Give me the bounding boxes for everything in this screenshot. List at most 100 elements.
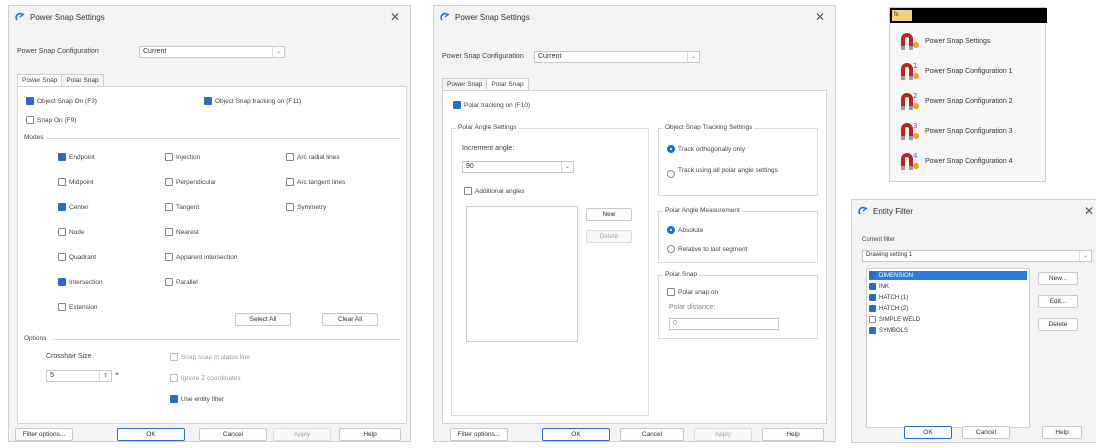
checkbox-box — [204, 97, 212, 105]
mode-midpoint-checkbox[interactable]: Midpoint — [58, 178, 94, 186]
mode-arc-radial-checkbox[interactable]: Arc radial lines — [286, 153, 340, 161]
delete-filter-button[interactable]: Delete — [1038, 318, 1078, 331]
object-snap-on-checkbox[interactable]: Object Snap On (F3) — [26, 97, 97, 105]
radio-dot — [667, 245, 675, 253]
list-item[interactable]: DIMENSION — [869, 271, 1027, 280]
delete-angle-button[interactable]: Delete — [586, 230, 632, 243]
power-snap-toolbar-button[interactable]: fx — [892, 10, 912, 21]
checkbox-box[interactable] — [869, 272, 876, 279]
help-button[interactable]: Help — [1042, 426, 1082, 439]
tab-polar-snap[interactable]: Polar Snap — [61, 74, 104, 86]
checkbox-box — [170, 395, 178, 403]
mode-endpoint-checkbox[interactable]: Endpoint — [58, 153, 95, 161]
help-button[interactable]: Help — [339, 428, 401, 441]
dialog-title: Power Snap Settings — [455, 12, 530, 22]
close-icon[interactable]: ✕ — [390, 10, 400, 24]
mode-injection-checkbox[interactable]: Injection — [165, 153, 200, 161]
list-item[interactable]: INK — [869, 282, 889, 291]
list-item[interactable]: SIMPLE WELD — [869, 315, 920, 324]
checkbox-box[interactable] — [869, 283, 876, 290]
increment-angle-select[interactable]: 90 ⌄ — [462, 161, 574, 173]
entity-filter-list[interactable]: DIMENSION INK HATCH (1) HATCH (2) SIMPLE… — [866, 268, 1030, 428]
help-button[interactable]: Help — [762, 428, 824, 441]
mode-tangent-checkbox[interactable]: Tangent — [165, 203, 199, 211]
polar-distance-input[interactable]: 0 — [669, 318, 779, 330]
menu-item-configuration-4[interactable]: 4 Power Snap Configuration 4 — [890, 146, 1047, 176]
checkbox-label: Snap snap in status line — [181, 353, 251, 361]
additional-angles-list[interactable] — [466, 206, 578, 342]
checkbox-box[interactable] — [869, 327, 876, 334]
mode-parallel-checkbox[interactable]: Parallel — [165, 278, 198, 286]
polar-tracking-checkbox[interactable]: Polar tracking on (F10) — [453, 101, 530, 109]
magnet-config-3-icon: 3 — [898, 121, 920, 141]
clear-all-button[interactable]: Clear All — [322, 313, 378, 326]
menu-item-configuration-3[interactable]: 3 Power Snap Configuration 3 — [890, 116, 1047, 146]
tab-polar-snap[interactable]: Polar Snap — [486, 78, 529, 90]
tracking-settings-group: Object Snap Tracking Settings Track orth… — [658, 124, 818, 196]
list-item[interactable]: SYMBOLS — [869, 326, 908, 335]
mode-quadrant-checkbox[interactable]: Quadrant — [58, 253, 96, 261]
menu-item-label: Power Snap Settings — [925, 37, 991, 45]
mode-extension-checkbox[interactable]: Extension — [58, 303, 98, 311]
additional-angles-checkbox[interactable]: Additional angles — [464, 187, 525, 195]
select-all-button[interactable]: Select All — [235, 313, 291, 326]
checkbox-box[interactable] — [869, 305, 876, 312]
apply-button[interactable]: Apply — [694, 428, 752, 441]
spinner-icon[interactable]: ⇕ — [99, 371, 111, 381]
polar-angle-group: Polar Angle Settings Increment angle: 90… — [451, 124, 649, 416]
mode-perpendicular-checkbox[interactable]: Perpendicular — [165, 178, 216, 186]
ok-button[interactable]: OK — [117, 428, 185, 441]
object-snap-tracking-checkbox[interactable]: Object Snap tracking on (F11) — [204, 97, 301, 105]
tab-power-snap[interactable]: Power Snap — [17, 74, 63, 86]
mode-symmetry-checkbox[interactable]: Symmetry — [286, 203, 326, 211]
config-select[interactable]: Current ⌄ — [534, 51, 700, 63]
crosshair-size-input[interactable]: 5 ⇕ — [46, 370, 112, 382]
relative-radio[interactable]: Relative to last segment — [667, 245, 747, 253]
use-entity-filter-checkbox[interactable]: Use entity filter — [170, 395, 224, 403]
list-item[interactable]: HATCH (1) — [869, 293, 908, 302]
edit-filter-button[interactable]: Edit... — [1038, 295, 1078, 308]
menu-toolbar-strip: fx — [890, 8, 1047, 23]
current-filter-select[interactable]: Drawing setting 1 ⌄ — [862, 250, 1092, 262]
close-icon[interactable]: ✕ — [1084, 204, 1094, 218]
menu-item-power-snap-settings[interactable]: Power Snap Settings — [890, 26, 1047, 56]
filter-options-button[interactable]: Filter options... — [15, 428, 73, 441]
tab-power-snap[interactable]: Power Snap — [442, 78, 488, 90]
ok-button[interactable]: OK — [542, 428, 610, 441]
dialog-title: Power Snap Settings — [30, 12, 105, 22]
checkbox-box[interactable] — [869, 294, 876, 301]
polar-snap-group: Polar Snap Polar snap on Polar distance:… — [658, 271, 818, 339]
apply-button[interactable]: Apply — [273, 428, 331, 441]
menu-item-configuration-1[interactable]: 1 Power Snap Configuration 1 — [890, 56, 1047, 86]
cancel-button[interactable]: Cancel — [620, 428, 684, 441]
menu-item-configuration-2[interactable]: 2 Power Snap Configuration 2 — [890, 86, 1047, 116]
entity-filter-dialog: Entity Filter ✕ Current filter Drawing s… — [851, 199, 1096, 443]
checkbox-label: Nearest — [176, 228, 199, 236]
config-select[interactable]: Current ⌄ — [139, 46, 285, 58]
new-filter-button[interactable]: New... — [1038, 272, 1078, 285]
mode-node-checkbox[interactable]: Node — [58, 228, 85, 236]
cancel-button[interactable]: Cancel — [962, 426, 1010, 439]
polar-snap-on-checkbox[interactable]: Polar snap on — [667, 288, 718, 296]
mode-nearest-checkbox[interactable]: Nearest — [165, 228, 199, 236]
radio-label: Absolute — [678, 226, 704, 234]
new-angle-button[interactable]: New — [586, 208, 632, 221]
track-ortho-radio[interactable]: Track orthogonally only — [667, 145, 745, 153]
track-polar-radio[interactable]: Track using all polar angle settings — [667, 167, 797, 178]
title-bar: Power Snap Settings ✕ — [434, 6, 835, 28]
mode-intersection-checkbox[interactable]: Intersection — [58, 278, 103, 286]
absolute-radio[interactable]: Absolute — [667, 226, 703, 234]
close-icon[interactable]: ✕ — [815, 10, 825, 24]
mode-center-checkbox[interactable]: Center — [58, 203, 89, 211]
list-item[interactable]: HATCH (2) — [869, 304, 908, 313]
snap-status-checkbox[interactable]: Snap snap in status line — [170, 353, 250, 361]
ok-button[interactable]: OK — [904, 426, 952, 439]
menu-item-label: Power Snap Configuration 2 — [925, 97, 1013, 105]
mode-arc-tangent-checkbox[interactable]: Arc tangent lines — [286, 178, 345, 186]
checkbox-box[interactable] — [869, 316, 876, 323]
ignore-z-checkbox[interactable]: Ignore Z coordinates — [170, 374, 241, 382]
mode-apparent-intersection-checkbox[interactable]: Apparent intersection — [165, 253, 237, 261]
snap-on-checkbox[interactable]: Snap On (F9) — [26, 116, 76, 124]
filter-options-button[interactable]: Filter options... — [450, 428, 508, 441]
cancel-button[interactable]: Cancel — [199, 428, 267, 441]
